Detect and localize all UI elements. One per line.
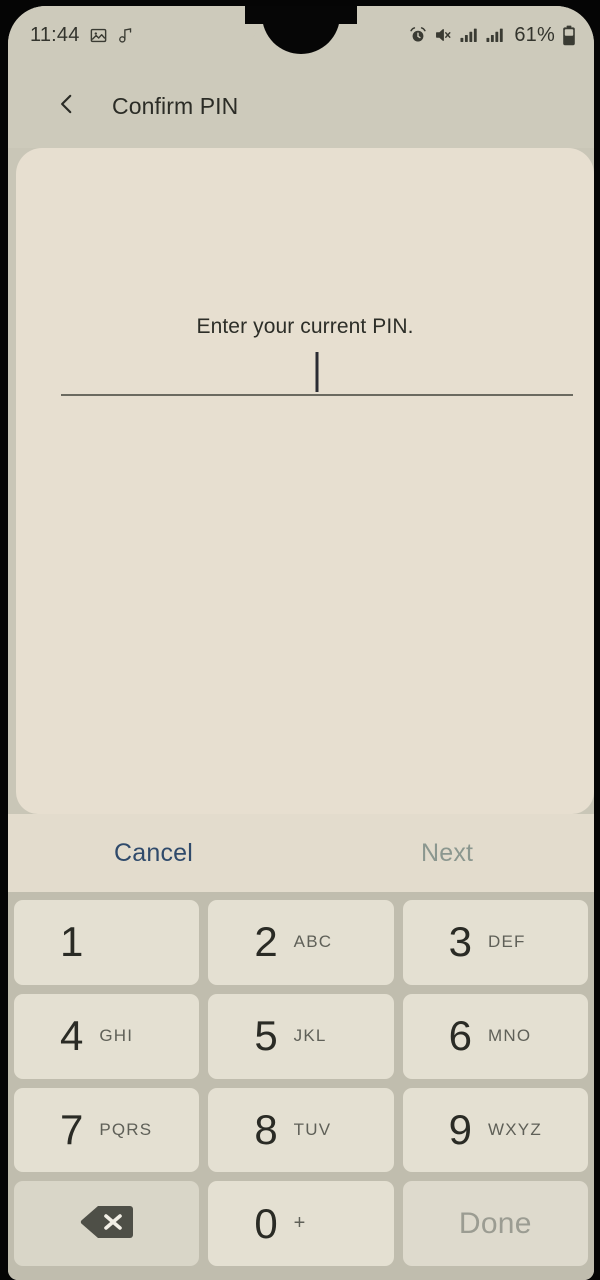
- key-letters: DEF: [488, 932, 526, 952]
- action-button-row: Cancel Next: [8, 814, 594, 892]
- phone-screen: 11:44 61% Confirm PIN Enter your current…: [8, 6, 594, 1280]
- status-clock: 11:44: [30, 23, 80, 46]
- key-8[interactable]: 8 TUV: [208, 1087, 394, 1173]
- battery-percent-label: 61%: [514, 23, 555, 46]
- image-icon: [89, 26, 108, 45]
- key-0[interactable]: 0 +: [208, 1181, 394, 1266]
- cancel-button[interactable]: Cancel: [114, 839, 193, 868]
- key-1[interactable]: 1: [14, 900, 200, 985]
- done-label: Done: [458, 1206, 532, 1240]
- back-button[interactable]: [50, 89, 84, 123]
- key-7[interactable]: 7 PQRS: [14, 1087, 200, 1173]
- signal-bars-icon: [460, 27, 479, 43]
- backspace-key[interactable]: [14, 1181, 200, 1266]
- key-5[interactable]: 5 JKL: [208, 993, 394, 1079]
- status-bar-left: 11:44: [30, 24, 134, 47]
- key-2[interactable]: 2 ABC: [208, 900, 394, 985]
- key-4[interactable]: 4 GHI: [14, 993, 200, 1079]
- pin-prompt-label: Enter your current PIN.: [196, 315, 414, 338]
- status-bar-right: 61%: [409, 24, 576, 47]
- key-digit: 1: [59, 918, 84, 966]
- battery-icon: [562, 25, 576, 46]
- chevron-left-icon: [54, 91, 80, 122]
- alarm-icon: [409, 26, 427, 44]
- key-digit: 5: [254, 1012, 278, 1060]
- key-9[interactable]: 9 WXYZ: [402, 1087, 588, 1173]
- signal-bars-icon: [486, 27, 505, 43]
- key-letters: PQRS: [99, 1119, 153, 1139]
- mute-icon: [434, 26, 453, 44]
- backspace-icon: [78, 1203, 136, 1244]
- key-digit: 0: [254, 1199, 278, 1247]
- page-title: Confirm PIN: [112, 92, 239, 119]
- pin-input-field[interactable]: [61, 348, 573, 396]
- key-digit: 6: [448, 1012, 472, 1060]
- app-bar: Confirm PIN: [8, 64, 594, 148]
- key-digit: 4: [59, 1012, 84, 1060]
- key-letters: GHI: [99, 1026, 134, 1046]
- key-letters: JKL: [293, 1026, 327, 1046]
- key-digit: 7: [59, 1105, 84, 1153]
- numeric-keypad: 1 2 ABC 3 DEF 4 GHI 5 JKL 6 MNO 7 PQRS 8…: [8, 892, 594, 1280]
- key-digit: 9: [448, 1105, 472, 1153]
- music-note-icon: [117, 26, 134, 45]
- key-digit: 3: [448, 918, 472, 966]
- phone-device: 11:44 61% Confirm PIN Enter your current…: [0, 0, 600, 1280]
- pin-entry-card: Enter your current PIN.: [16, 148, 594, 814]
- key-3[interactable]: 3 DEF: [402, 900, 588, 985]
- key-6[interactable]: 6 MNO: [402, 993, 588, 1079]
- key-letters: TUV: [293, 1119, 332, 1139]
- next-button[interactable]: Next: [421, 839, 473, 868]
- key-digit: 8: [254, 1105, 278, 1153]
- key-letters: WXYZ: [488, 1119, 542, 1139]
- key-letters: ABC: [293, 932, 333, 952]
- key-digit: 2: [254, 918, 278, 966]
- done-key[interactable]: Done: [402, 1181, 588, 1266]
- text-cursor: [315, 352, 319, 392]
- key-letters: MNO: [488, 1026, 532, 1046]
- key-plus-symbol: +: [293, 1212, 306, 1235]
